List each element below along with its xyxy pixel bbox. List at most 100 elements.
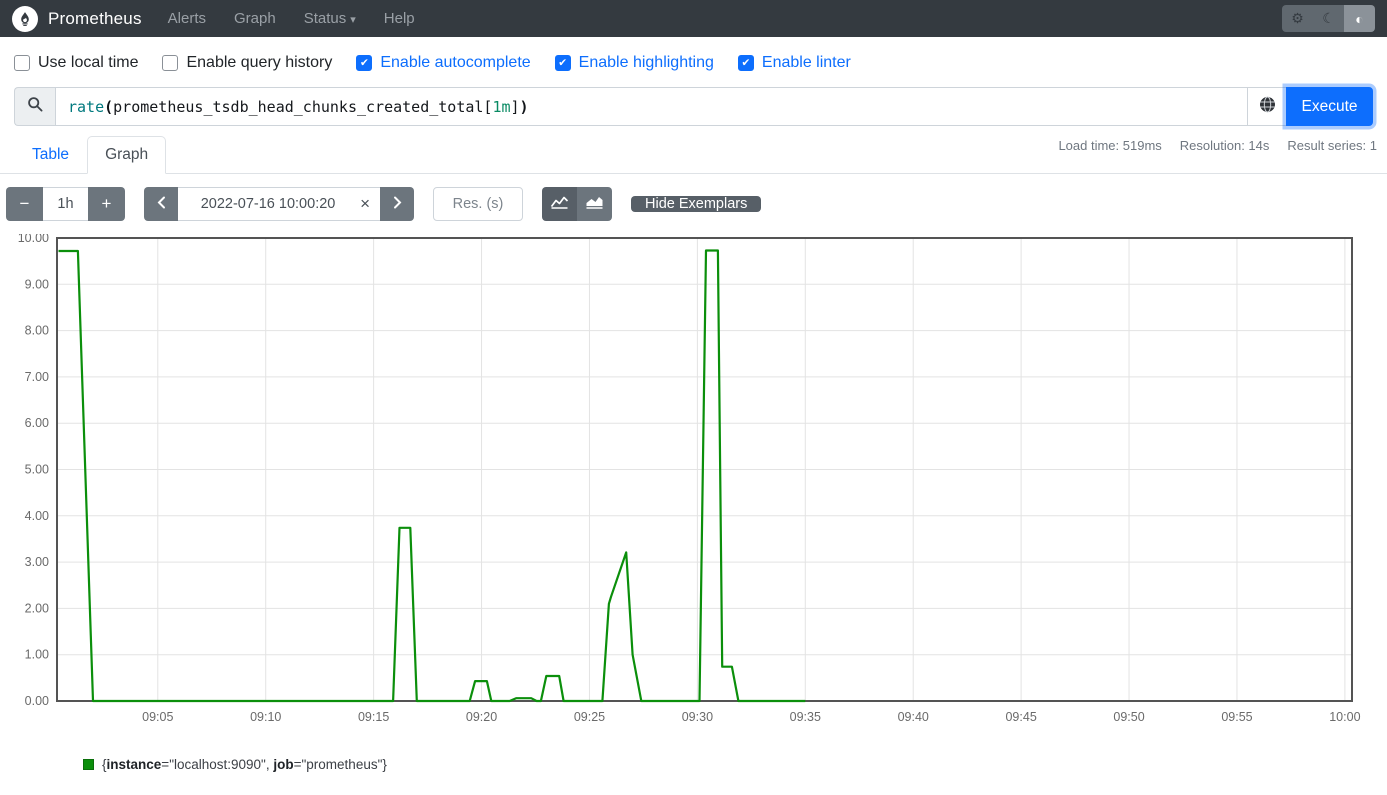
theme-toggle-group: ⚙ ☾ ◐ [1282,5,1375,32]
query-options-row: Use local time Enable query history Enab… [0,37,1387,87]
enable-highlighting-checkbox[interactable] [555,55,571,71]
checkbox-label: Enable highlighting [579,54,714,72]
svg-text:4.00: 4.00 [25,509,49,523]
svg-text:09:05: 09:05 [142,710,173,724]
series-label: {instance="localhost:9090", job="prometh… [102,757,387,772]
query-token-bracket: [ [483,98,492,116]
svg-text:2.00: 2.00 [25,601,49,615]
svg-text:1.00: 1.00 [25,648,49,662]
svg-text:09:25: 09:25 [574,710,605,724]
svg-text:5.00: 5.00 [25,463,49,477]
execute-button[interactable]: Execute [1286,87,1373,126]
nav-link-graph[interactable]: Graph [234,10,276,27]
svg-text:9.00: 9.00 [25,277,49,291]
svg-text:09:40: 09:40 [898,710,929,724]
query-token-function: rate [68,98,104,116]
query-token-metric: prometheus_tsdb_head_chunks_created_tota… [113,98,483,116]
result-series-stat: Result series: 1 [1287,138,1377,153]
enable-query-history-option[interactable]: Enable query history [162,54,332,72]
svg-text:8.00: 8.00 [25,324,49,338]
search-addon [14,87,55,126]
gear-icon: ⚙ [1291,10,1304,27]
top-navbar: Prometheus Alerts Graph Status▾ Help ⚙ ☾… [0,0,1387,37]
svg-text:09:50: 09:50 [1113,710,1144,724]
nav-link-alerts[interactable]: Alerts [168,10,206,27]
use-local-time-option[interactable]: Use local time [14,54,138,72]
svg-text:09:45: 09:45 [1005,710,1036,724]
checkbox-label: Enable linter [762,54,851,72]
series-color-swatch [83,759,94,770]
svg-text:09:30: 09:30 [682,710,713,724]
panel-tabs-row: Load time: 519ms Resolution: 14s Result … [0,136,1387,174]
line-chart-button[interactable] [542,187,577,221]
search-icon [27,96,43,117]
tab-table[interactable]: Table [14,136,87,174]
time-picker-group: 2022-07-16 10:00:20 × [144,187,414,221]
svg-text:10:00: 10:00 [1329,710,1360,724]
increase-range-button[interactable]: + [88,187,125,221]
metrics-explorer-button[interactable] [1247,87,1286,126]
forward-time-button[interactable] [380,187,414,221]
query-token-bracket: ] [511,98,520,116]
range-input[interactable]: 1h [43,187,88,221]
legend-item[interactable]: {instance="localhost:9090", job="prometh… [83,757,1387,772]
stacked-chart-button[interactable] [577,187,612,221]
chevron-down-icon: ▾ [350,14,356,26]
query-token-paren: ( [104,98,113,116]
enable-autocomplete-checkbox[interactable] [356,55,372,71]
use-local-time-checkbox[interactable] [14,55,30,71]
promql-expression-input[interactable]: rate(prometheus_tsdb_head_chunks_created… [55,87,1247,126]
chevron-left-icon [157,194,166,214]
svg-text:6.00: 6.00 [25,416,49,430]
datetime-value: 2022-07-16 10:00:20 [178,196,358,212]
svg-text:0.00: 0.00 [25,694,49,708]
load-time-stat: Load time: 519ms [1058,138,1161,153]
enable-autocomplete-option[interactable]: Enable autocomplete [356,54,530,72]
contrast-icon: ◐ [1355,11,1363,27]
svg-text:09:55: 09:55 [1221,710,1252,724]
graph-canvas[interactable]: 0.00 1.00 2.00 3.00 4.00 5.00 6.00 7.00 8.00 9.00… [10,234,1370,734]
resolution-stat: Resolution: 14s [1180,138,1270,153]
svg-text:09:10: 09:10 [250,710,281,724]
globe-icon [1259,96,1276,118]
svg-text:10.00: 10.00 [18,234,49,245]
line-chart-icon [550,194,569,214]
svg-text:09:35: 09:35 [790,710,821,724]
auto-theme-button[interactable]: ◐ [1344,5,1375,32]
enable-highlighting-option[interactable]: Enable highlighting [555,54,714,72]
svg-text:09:15: 09:15 [358,710,389,724]
nav-link-status-dropdown[interactable]: Status▾ [304,10,356,27]
brand-link[interactable]: Prometheus [12,6,142,32]
svg-text:3.00: 3.00 [25,555,49,569]
chart-type-toggle [542,187,612,221]
tab-graph[interactable]: Graph [87,136,166,174]
enable-linter-checkbox[interactable] [738,55,754,71]
stacked-chart-icon [585,194,604,214]
checkbox-label: Enable query history [186,54,332,72]
clear-time-icon[interactable]: × [358,194,380,214]
svg-text:7.00: 7.00 [25,370,49,384]
query-bar: rate(prometheus_tsdb_head_chunks_created… [14,87,1373,126]
datetime-input[interactable]: 2022-07-16 10:00:20 × [178,187,380,221]
svg-text:09:20: 09:20 [466,710,497,724]
settings-gear-button[interactable]: ⚙ [1282,5,1313,32]
enable-query-history-checkbox[interactable] [162,55,178,71]
query-token-paren: ) [520,98,529,116]
graph-panel: 0.00 1.00 2.00 3.00 4.00 5.00 6.00 7.00 8.00 9.00… [10,234,1387,739]
back-time-button[interactable] [144,187,178,221]
prometheus-logo-icon [12,6,38,32]
dark-theme-button[interactable]: ☾ [1313,5,1344,32]
query-stats: Load time: 519ms Resolution: 14s Result … [1058,138,1377,153]
chevron-right-icon [393,194,402,214]
nav-link-help[interactable]: Help [384,10,415,27]
decrease-range-button[interactable]: − [6,187,43,221]
enable-linter-option[interactable]: Enable linter [738,54,851,72]
graph-controls: − 1h + 2022-07-16 10:00:20 × Res. (s) [6,187,1373,221]
resolution-input[interactable]: Res. (s) [433,187,523,221]
query-token-duration: 1m [492,98,510,116]
hide-exemplars-button[interactable]: Hide Exemplars [631,196,761,212]
checkbox-label: Enable autocomplete [380,54,530,72]
nav-links: Alerts Graph Status▾ Help [168,10,415,27]
moon-icon: ☾ [1322,10,1335,27]
brand-title: Prometheus [48,9,142,29]
